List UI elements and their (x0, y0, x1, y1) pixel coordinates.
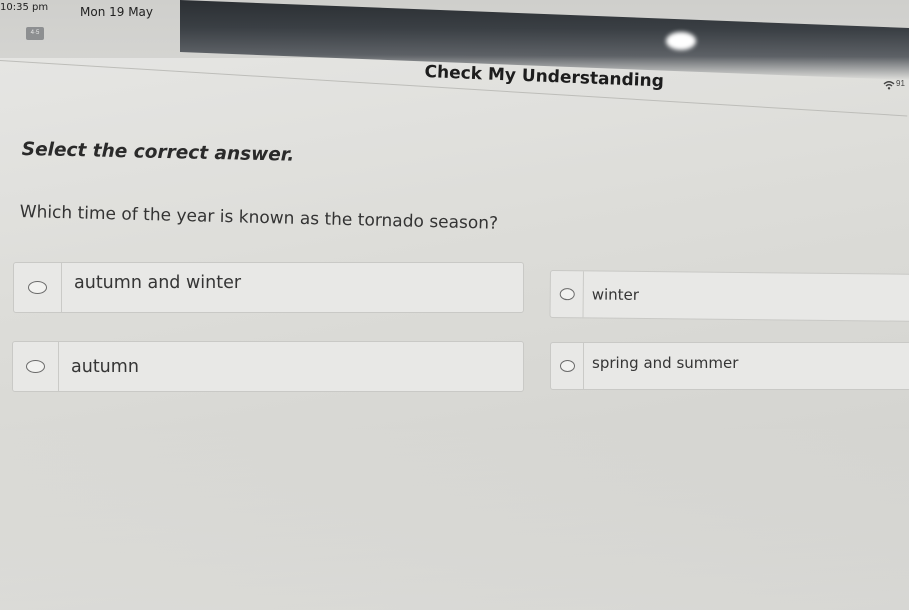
radio-cell[interactable] (551, 343, 584, 389)
answer-label[interactable]: spring and summer (592, 354, 738, 372)
answer-option-spring-and-summer[interactable]: spring and summer (550, 342, 909, 390)
radio-cell[interactable] (13, 342, 59, 391)
answer-option-winter[interactable]: winter (549, 270, 909, 322)
radio-icon[interactable] (26, 360, 45, 373)
radio-cell[interactable] (14, 263, 62, 312)
answer-label[interactable]: autumn (71, 357, 139, 377)
status-time: 10:35 pm (0, 2, 49, 13)
answer-option-autumn-and-winter[interactable]: autumn and winter (13, 262, 524, 313)
instruction-text: Select the correct answer. (21, 139, 295, 166)
radio-cell[interactable] (550, 271, 584, 318)
screen-glare (666, 32, 696, 50)
answer-label[interactable]: autumn and winter (74, 273, 241, 293)
answer-option-autumn[interactable]: autumn (12, 341, 524, 392)
screen-glare-bottom (0, 420, 909, 610)
radio-icon[interactable] (559, 360, 575, 372)
wifi-icon (883, 81, 895, 90)
status-date: Mon 19 May (80, 5, 154, 19)
battery-level: 91 (896, 79, 905, 88)
answer-label[interactable]: winter (592, 285, 639, 303)
radio-icon[interactable] (28, 281, 47, 294)
app-badge[interactable]: 4·5 (26, 27, 44, 40)
radio-icon[interactable] (559, 288, 575, 301)
question-text: Which time of the year is known as the t… (19, 202, 499, 234)
